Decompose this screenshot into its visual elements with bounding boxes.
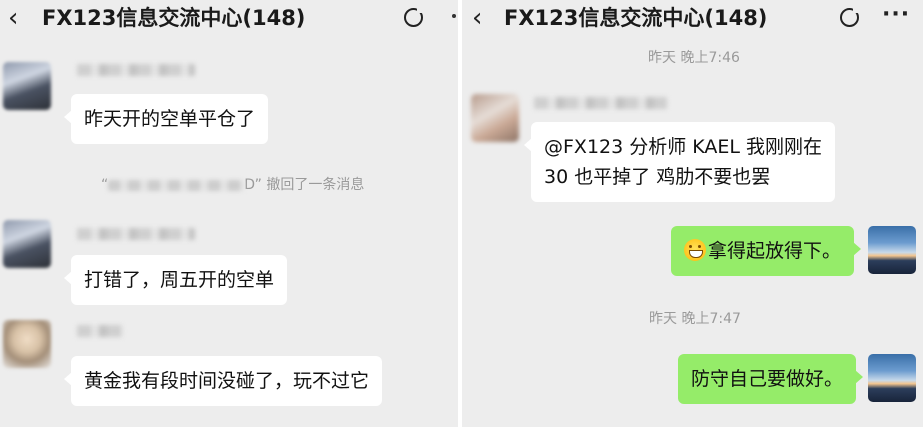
more-dots-icon[interactable]: ··· bbox=[882, 0, 910, 30]
right-chat-title: FX123信息交流中心(148) bbox=[504, 6, 768, 30]
right-chat-screen: ‹ FX123信息交流中心(148) ··· 昨天 晚上7:46 @FX123 … bbox=[462, 0, 923, 427]
message-text: 打错了，周五开的空单 bbox=[84, 269, 275, 291]
message-bubble-outgoing[interactable]: 防守自己要做好。 bbox=[678, 354, 864, 404]
message-text-line: @FX123 分析师 KAEL 我刚刚在 bbox=[544, 136, 823, 158]
sender-name bbox=[534, 97, 667, 109]
avatar[interactable] bbox=[3, 62, 51, 110]
message-bubble-outgoing[interactable]: 拿得起放得下。 bbox=[671, 226, 862, 276]
avatar[interactable] bbox=[3, 220, 51, 268]
recall-suffix: D” 撤回了一条消息 bbox=[244, 177, 365, 193]
self-avatar[interactable] bbox=[868, 226, 916, 274]
recalled-sender-name bbox=[108, 179, 245, 191]
self-avatar[interactable] bbox=[868, 354, 916, 402]
right-top-bar: ‹ FX123信息交流中心(148) ··· bbox=[462, 0, 923, 40]
message-bubble[interactable]: 昨天开的空单平仓了 bbox=[63, 94, 269, 144]
left-chat-title: FX123信息交流中心(148) bbox=[42, 6, 306, 30]
voice-circle-icon[interactable] bbox=[404, 7, 424, 27]
recall-notice: “ D” 撤回了一条消息 bbox=[101, 175, 364, 195]
message-text: 防守自己要做好。 bbox=[691, 368, 844, 390]
back-chevron-icon[interactable]: ‹ bbox=[472, 2, 482, 34]
message-bubble[interactable]: 打错了，周五开的空单 bbox=[63, 255, 288, 305]
message-text: 黄金我有段时间没碰了，玩不过它 bbox=[84, 370, 370, 392]
message-text: 昨天开的空单平仓了 bbox=[84, 108, 256, 130]
sender-name bbox=[77, 64, 195, 76]
message-bubble[interactable]: 黄金我有段时间没碰了，玩不过它 bbox=[63, 356, 383, 406]
message-bubble[interactable]: @FX123 分析师 KAEL 我刚刚在 30 也平掉了 鸡肋不要也罢 bbox=[523, 122, 836, 202]
grinning-face-emoji-icon bbox=[684, 239, 706, 261]
voice-circle-icon[interactable] bbox=[840, 7, 860, 27]
more-dots-icon[interactable] bbox=[452, 14, 456, 18]
left-chat-screen: ‹ FX123信息交流中心(148) 昨天开的空单平仓了 “ D” 撤回了一条消息… bbox=[0, 0, 458, 427]
recall-prefix: “ bbox=[101, 177, 109, 193]
avatar[interactable] bbox=[3, 320, 51, 368]
sender-name bbox=[77, 228, 195, 240]
sender-name bbox=[77, 325, 123, 337]
back-chevron-icon[interactable]: ‹ bbox=[8, 2, 18, 34]
timestamp: 昨天 晚上7:46 bbox=[648, 50, 740, 66]
message-text: 拿得起放得下。 bbox=[708, 240, 842, 262]
avatar[interactable] bbox=[471, 94, 519, 142]
message-text-line: 30 也平掉了 鸡肋不要也罢 bbox=[544, 166, 771, 188]
left-top-bar: ‹ FX123信息交流中心(148) bbox=[0, 0, 458, 40]
timestamp: 昨天 晚上7:47 bbox=[649, 311, 741, 327]
